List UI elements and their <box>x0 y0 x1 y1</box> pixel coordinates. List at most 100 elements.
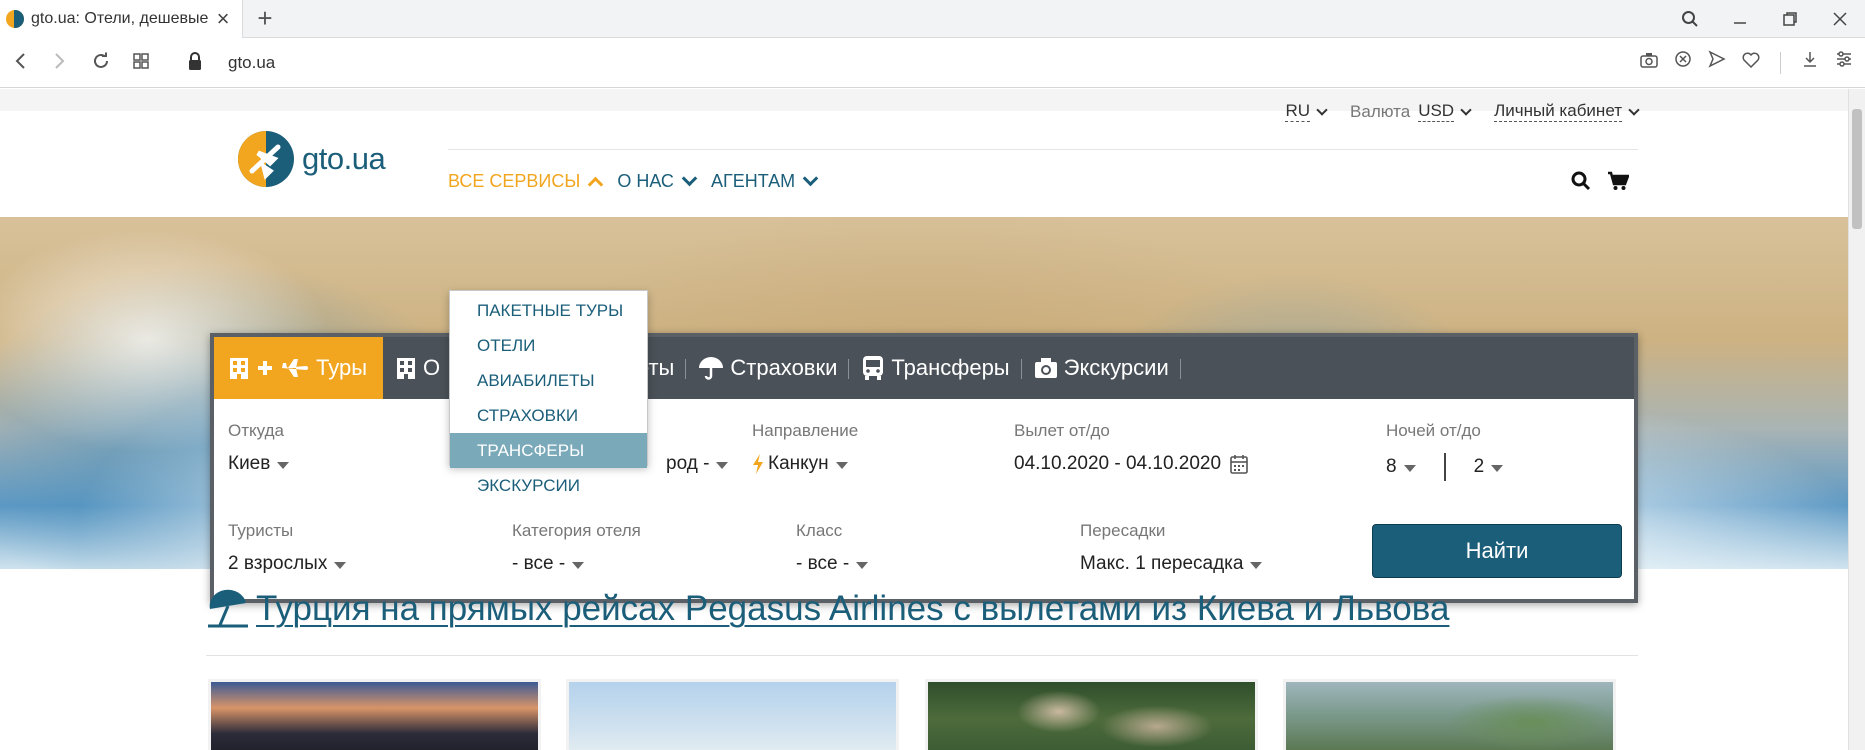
settings-sliders-icon[interactable] <box>1833 50 1855 76</box>
tab-insurance[interactable]: Страховки <box>686 337 850 399</box>
close-window-icon[interactable] <box>1815 0 1865 38</box>
scrollbar[interactable] <box>1848 89 1865 750</box>
hotel-category-field[interactable]: Категория отеля - все - <box>512 521 641 575</box>
dropdown-item-package-tours[interactable]: ПАКЕТНЫЕ ТУРЫ <box>450 293 647 328</box>
from-value: Киев <box>228 453 271 474</box>
from-field[interactable]: Откуда Киев <box>228 421 290 475</box>
hotel-card-image[interactable] <box>1283 679 1616 750</box>
caret-down-icon <box>572 561 585 569</box>
direction-select[interactable]: Канкун <box>752 453 858 475</box>
browser-tab-bar: gto.ua: Отели, дешевые авиабилеты × + <box>0 0 1865 38</box>
bus-icon <box>863 356 884 380</box>
dropdown-item-flights[interactable]: АВИАБИЛЕТЫ <box>450 363 647 398</box>
promo-heading-link[interactable]: Турция на прямых рейсах Pegasus Airlines… <box>206 589 1449 629</box>
logo-text: gto.ua <box>302 141 386 176</box>
hotel-card-image[interactable] <box>566 679 899 750</box>
new-tab-icon[interactable]: + <box>252 5 278 32</box>
nav-all-services[interactable]: ВСЕ СЕРВИСЫ <box>448 171 607 193</box>
dates-field[interactable]: Вылет от/до 04.10.2020 - 04.10.2020 <box>1014 421 1248 475</box>
search-tabs-icon[interactable] <box>1665 0 1715 38</box>
dates-input[interactable]: 04.10.2020 - 04.10.2020 <box>1014 453 1248 475</box>
class-label: Класс <box>796 521 843 540</box>
adblock-icon[interactable] <box>1672 50 1694 76</box>
city-select[interactable]: род - <box>666 453 729 475</box>
promo-divider <box>206 655 1638 656</box>
hotel-plus-plane-icon <box>230 358 308 379</box>
nights-from-value[interactable]: 8 <box>1386 456 1397 478</box>
personal-cabinet-menu[interactable]: Личный кабинет <box>1494 101 1640 122</box>
from-select[interactable]: Киев <box>228 453 290 475</box>
find-button[interactable]: Найти <box>1372 524 1622 578</box>
dropdown-item-insurance[interactable]: СТРАХОВКИ <box>450 398 647 433</box>
tourists-select[interactable]: 2 взрослых <box>228 553 347 575</box>
cabinet-label: Личный кабинет <box>1494 101 1622 122</box>
camera-icon <box>1034 358 1057 378</box>
nights-to-value[interactable]: 2 <box>1474 456 1485 478</box>
tab-excursions-label: Экскурсии <box>1063 355 1169 380</box>
site-logo[interactable]: gto.ua <box>238 129 408 189</box>
dropdown-item-excursions[interactable]: ЭКСКУРСИИ <box>450 468 647 503</box>
tourists-value: 2 взрослых <box>228 553 328 574</box>
url-field[interactable]: gto.ua <box>228 53 275 73</box>
hotel-card-image[interactable] <box>208 679 541 750</box>
beach-umbrella-icon <box>208 589 248 628</box>
caret-down-icon <box>1403 464 1416 472</box>
hotel-category-label: Категория отеля <box>512 521 641 540</box>
class-field[interactable]: Класс - все - <box>796 521 869 575</box>
reload-icon[interactable] <box>88 50 114 76</box>
tab-transfers[interactable]: Трансферы <box>849 337 1022 399</box>
cart-icon[interactable] <box>1607 171 1630 196</box>
promo-title: Турция на прямых рейсах Pegasus Airlines… <box>256 589 1450 628</box>
caret-down-icon <box>716 461 729 469</box>
forward-icon[interactable] <box>46 50 72 76</box>
nav-all-services-label: ВСЕ СЕРВИСЫ <box>448 171 581 191</box>
tab-hotels-label: О <box>423 355 441 380</box>
currency-selector[interactable]: Валюта USD <box>1350 101 1472 122</box>
tourists-label: Туристы <box>228 521 294 540</box>
tourists-field[interactable]: Туристы 2 взрослых <box>228 521 347 575</box>
search-tabs: Туры О леты Страховки Трансферы Экскурси… <box>214 337 1634 399</box>
restore-icon[interactable] <box>1765 0 1815 38</box>
city-field[interactable]: род - <box>666 421 729 475</box>
close-tab-icon[interactable]: × <box>212 8 234 30</box>
from-label: Откуда <box>228 421 284 440</box>
minimize-icon[interactable] <box>1715 0 1765 38</box>
transfers-count-field[interactable]: Пересадки Макс. 1 пересадка <box>1080 521 1263 575</box>
hotel-card-image[interactable] <box>925 679 1258 750</box>
caret-down-icon <box>334 561 347 569</box>
class-value: - все - <box>796 553 850 574</box>
caret-down-icon <box>835 461 848 469</box>
download-icon[interactable] <box>1799 50 1821 76</box>
caret-down-icon <box>277 461 290 469</box>
nav-agents[interactable]: АГЕНТАМ <box>711 170 822 192</box>
back-icon[interactable] <box>8 50 34 76</box>
heart-icon[interactable] <box>1740 50 1762 76</box>
caret-down-icon <box>856 561 869 569</box>
send-icon[interactable] <box>1706 50 1728 76</box>
chevron-down-icon <box>1316 103 1328 116</box>
search-icon[interactable] <box>1571 171 1591 196</box>
class-select[interactable]: - все - <box>796 553 869 575</box>
direction-field[interactable]: Направление Канкун <box>752 421 858 475</box>
caret-down-icon <box>1491 464 1504 472</box>
nights-selects[interactable]: 8 2 <box>1386 453 1504 481</box>
lock-icon[interactable] <box>188 52 202 72</box>
tiles-icon[interactable] <box>128 50 154 76</box>
tab-tours[interactable]: Туры <box>214 337 384 399</box>
nights-field[interactable]: Ночей от/до 8 2 <box>1386 421 1504 481</box>
browser-tab[interactable]: gto.ua: Отели, дешевые авиабилеты × <box>0 0 243 38</box>
nav-about-label: О НАС <box>617 171 674 191</box>
scrollbar-thumb[interactable] <box>1852 109 1862 229</box>
tab-insurance-label: Страховки <box>730 355 838 380</box>
camera-icon[interactable] <box>1638 50 1660 76</box>
dropdown-item-hotels[interactable]: ОТЕЛИ <box>450 328 647 363</box>
tab-hotels[interactable]: О <box>383 337 453 399</box>
hotel-category-select[interactable]: - все - <box>512 553 641 575</box>
nav-about[interactable]: О НАС <box>617 170 701 192</box>
tab-excursions[interactable]: Экскурсии <box>1022 337 1181 399</box>
language-selector[interactable]: RU <box>1285 101 1328 122</box>
main-navigation: ВСЕ СЕРВИСЫ О НАС АГЕНТАМ <box>448 170 822 193</box>
dropdown-item-transfers[interactable]: ТРАНСФЕРЫ <box>450 433 647 468</box>
dates-value: 04.10.2020 - 04.10.2020 <box>1014 453 1222 474</box>
transfers-count-select[interactable]: Макс. 1 пересадка <box>1080 553 1263 575</box>
